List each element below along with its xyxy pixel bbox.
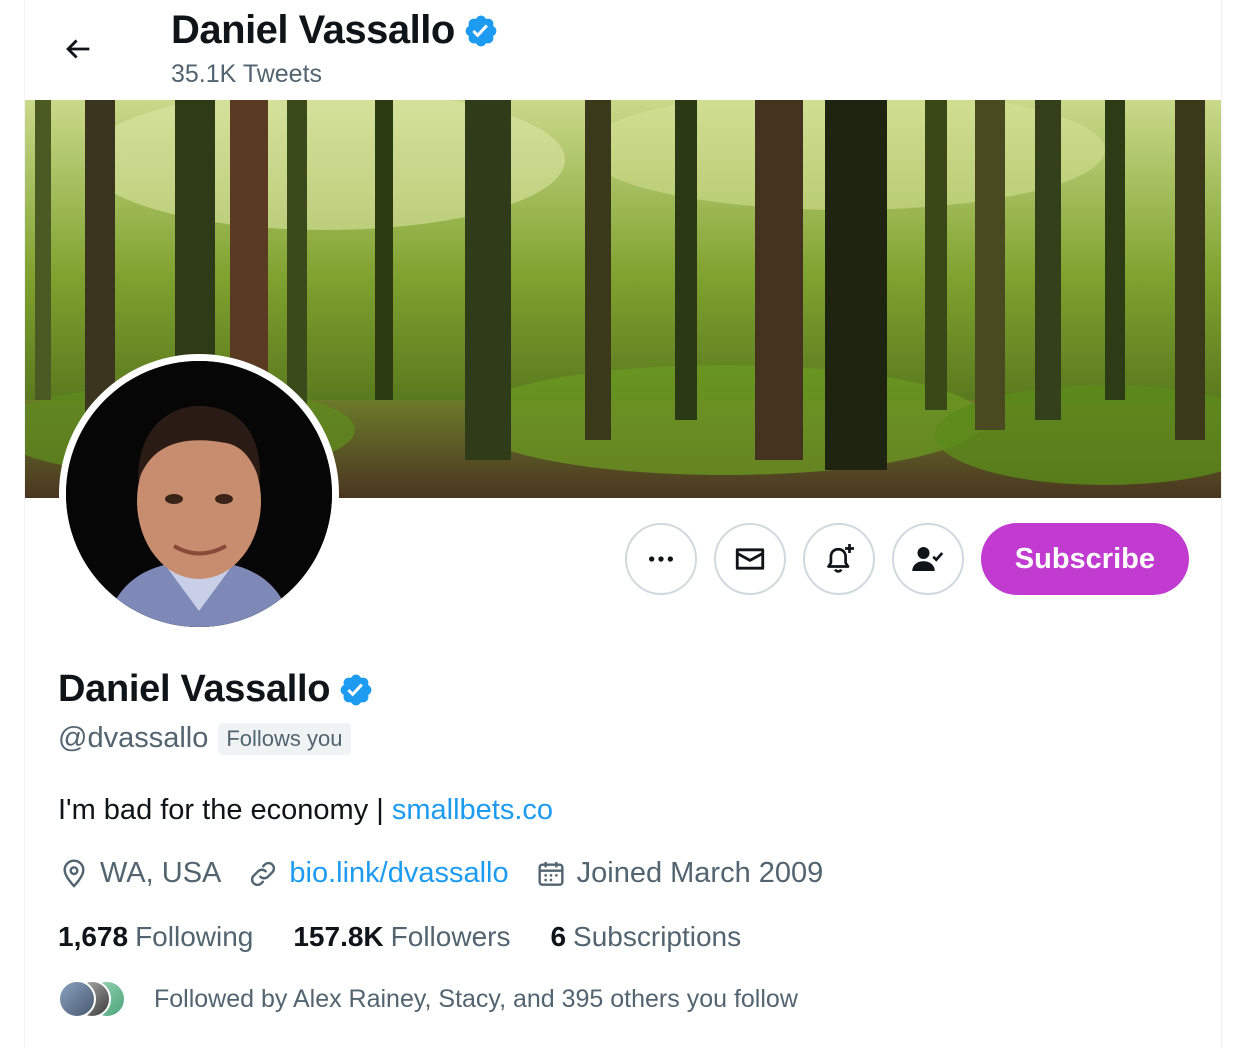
bio-text: I'm bad for the economy | bbox=[58, 794, 392, 826]
calendar-icon bbox=[538, 861, 564, 886]
follows-you-badge: Follows you bbox=[218, 722, 351, 755]
avatar-photo bbox=[66, 361, 332, 627]
notify-button[interactable] bbox=[802, 523, 875, 595]
location-text: WA, USA bbox=[100, 857, 222, 889]
profile-name: Daniel Vassallo bbox=[58, 668, 331, 710]
subscriptions-label: Subscriptions bbox=[573, 921, 742, 952]
bio-link[interactable]: smallbets.co bbox=[392, 794, 553, 826]
verified-badge-icon bbox=[465, 15, 497, 46]
followers-count: 157.8K bbox=[293, 921, 384, 952]
profile-header: Daniel Vassallo 35.1K Tweets bbox=[25, 0, 1221, 100]
arrow-left-icon bbox=[66, 39, 90, 59]
website-link[interactable]: bio.link/dvassallo bbox=[289, 857, 508, 890]
website-item: bio.link/dvassallo bbox=[247, 857, 509, 890]
person-check-icon bbox=[912, 547, 944, 571]
profile-name-row: Daniel Vassallo bbox=[58, 668, 374, 711]
link-icon bbox=[251, 861, 276, 886]
followed-by-text: Followed by Alex Rainey, Stacy, and 395 … bbox=[154, 984, 798, 1013]
followed-by-row[interactable]: Followed by Alex Rainey, Stacy, and 395 … bbox=[58, 980, 798, 1018]
subscribe-button[interactable]: Subscribe bbox=[980, 523, 1189, 595]
location-item: WA, USA bbox=[58, 857, 221, 890]
more-button[interactable] bbox=[624, 523, 697, 595]
location-pin-icon bbox=[63, 858, 85, 888]
followers-label: Followers bbox=[390, 921, 511, 952]
verified-badge-icon[interactable] bbox=[338, 672, 374, 708]
followers-stat[interactable]: 157.8K Followers bbox=[293, 921, 510, 953]
handle-row: @dvassallo Follows you bbox=[58, 722, 351, 755]
profile-avatar[interactable] bbox=[59, 354, 339, 634]
message-button[interactable] bbox=[713, 523, 786, 595]
following-stat[interactable]: 1,678 Following bbox=[58, 921, 253, 953]
subscriptions-count: 6 bbox=[550, 921, 567, 952]
header-title: Daniel Vassallo bbox=[171, 8, 499, 53]
profile-column: Daniel Vassallo 35.1K Tweets Subscribe D… bbox=[24, 0, 1222, 1048]
back-button[interactable] bbox=[51, 22, 105, 76]
more-dots-icon bbox=[648, 556, 673, 562]
subscriptions-stat[interactable]: 6 Subscriptions bbox=[550, 921, 741, 953]
follower-avatar bbox=[58, 980, 96, 1018]
following-count: 1,678 bbox=[58, 921, 129, 952]
follower-avatars bbox=[58, 980, 130, 1018]
following-label: Following bbox=[135, 921, 254, 952]
joined-text: Joined March 2009 bbox=[576, 857, 824, 889]
following-button[interactable] bbox=[891, 523, 964, 595]
profile-stats: 1,678 Following 157.8K Followers 6 Subsc… bbox=[58, 921, 741, 953]
profile-actions: Subscribe bbox=[624, 523, 1189, 595]
profile-bio: I'm bad for the economy | smallbets.co bbox=[58, 794, 553, 827]
joined-item: Joined March 2009 bbox=[535, 857, 824, 890]
profile-meta: WA, USA bio.link/dvassallo Joined March … bbox=[58, 857, 823, 890]
bell-plus-icon bbox=[826, 544, 854, 573]
header-name: Daniel Vassallo bbox=[171, 8, 455, 52]
profile-handle: @dvassallo bbox=[58, 722, 209, 754]
envelope-icon bbox=[735, 548, 764, 570]
tweet-count: 35.1K Tweets bbox=[171, 60, 323, 88]
